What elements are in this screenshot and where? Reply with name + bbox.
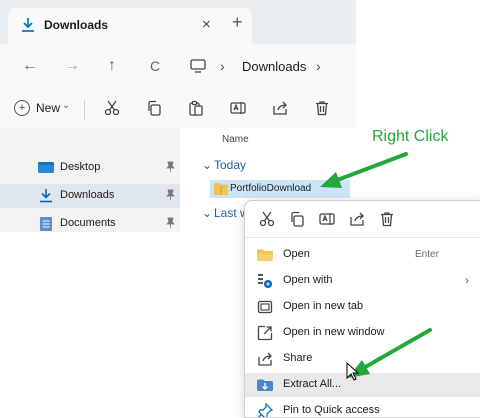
menu-item-open-in-new-tab[interactable]: Open in new tab [245,295,480,319]
sidebar-item-label: Documents [60,217,116,229]
download-icon [38,189,54,203]
new-icon[interactable]: + [14,100,30,116]
tab-bar: Downloads × + [0,0,356,44]
pin-icon[interactable] [166,189,175,200]
menu-item-label: Pin to Quick access [283,404,380,416]
tab-title: Downloads [44,18,109,32]
mouse-cursor-icon [346,362,360,382]
chevron-down-icon[interactable]: ⌄ [62,100,70,111]
delete-icon[interactable] [314,100,330,116]
tab-downloads[interactable]: Downloads × [8,8,252,44]
sidebar-item-downloads[interactable]: Downloads [0,184,180,208]
file-explorer-window: Downloads × + ← → ↑ C › Downloads › + Ne… [0,0,356,232]
sidebar-item-documents[interactable]: Documents [0,212,180,232]
breadcrumb-separator[interactable]: › [220,58,225,74]
rename-icon[interactable] [230,100,246,116]
sidebar-item-label: Desktop [60,161,101,173]
context-menu-quick-actions [245,201,480,238]
breadcrumb-separator[interactable]: › [316,58,321,74]
menu-item-label: Open in new tab [283,300,364,312]
new-tab-icon [257,299,273,315]
download-icon [20,17,36,33]
pin-icon[interactable] [166,217,175,228]
open-with-icon [257,273,273,289]
breadcrumb-downloads[interactable]: Downloads [242,59,306,74]
back-button[interactable]: ← [22,57,38,75]
rename-icon[interactable] [319,211,335,227]
cut-icon[interactable] [104,100,120,116]
menu-item-label: Extract All... [283,378,342,390]
group-header-today[interactable]: Today [214,158,246,172]
share-icon[interactable] [272,100,288,116]
up-button[interactable]: ↑ [108,57,116,75]
forward-button[interactable]: → [64,57,80,75]
chevron-right-icon: › [465,273,469,287]
menu-item-label: Share [283,352,313,364]
extract-icon [257,377,273,393]
menu-item-pin-to-quick-access[interactable]: Pin to Quick access [245,399,480,417]
paste-icon[interactable] [188,100,204,116]
refresh-button[interactable]: C [150,58,160,74]
documents-icon [38,217,54,231]
folder-icon [257,247,273,263]
delete-icon[interactable] [379,211,395,227]
copy-icon[interactable] [146,100,162,116]
share-icon [257,351,273,367]
sidebar-item-desktop[interactable]: Desktop [0,156,180,180]
close-tab-icon[interactable]: × [202,16,211,33]
annotation-arrow-icon [318,150,414,192]
menu-item-open-with[interactable]: Open with › [245,269,480,293]
pin-icon[interactable] [166,161,175,172]
file-name: PortfolioDownload [230,183,312,194]
share-icon[interactable] [349,211,365,227]
new-window-icon [257,325,273,341]
new-tab-button[interactable]: + [232,12,243,33]
zip-folder-icon [214,183,228,195]
context-menu: Open Enter Open with › Open in new tab O… [244,200,480,418]
column-header-name[interactable]: Name [222,134,249,145]
chevron-down-icon[interactable]: ⌄ [202,206,212,220]
annotation-label: Right Click [372,128,449,145]
cut-icon[interactable] [259,211,275,227]
new-button[interactable]: New [36,101,60,115]
copy-icon[interactable] [289,211,305,227]
navigation-pane: Desktop Downloads Documents [0,128,180,232]
desktop-icon [38,161,54,174]
monitor-icon[interactable] [190,59,206,73]
menu-item-shortcut: Enter [415,249,439,260]
navigation-bar: ← → ↑ C › Downloads › [0,44,356,90]
toolbar-divider [84,100,85,120]
sidebar-item-label: Downloads [60,189,115,201]
menu-item-label: Open with [283,274,333,286]
command-bar: + New ⌄ [0,90,356,129]
menu-item-label: Open [283,248,310,260]
menu-item-open[interactable]: Open Enter [245,243,480,267]
chevron-down-icon[interactable]: ⌄ [202,158,212,172]
